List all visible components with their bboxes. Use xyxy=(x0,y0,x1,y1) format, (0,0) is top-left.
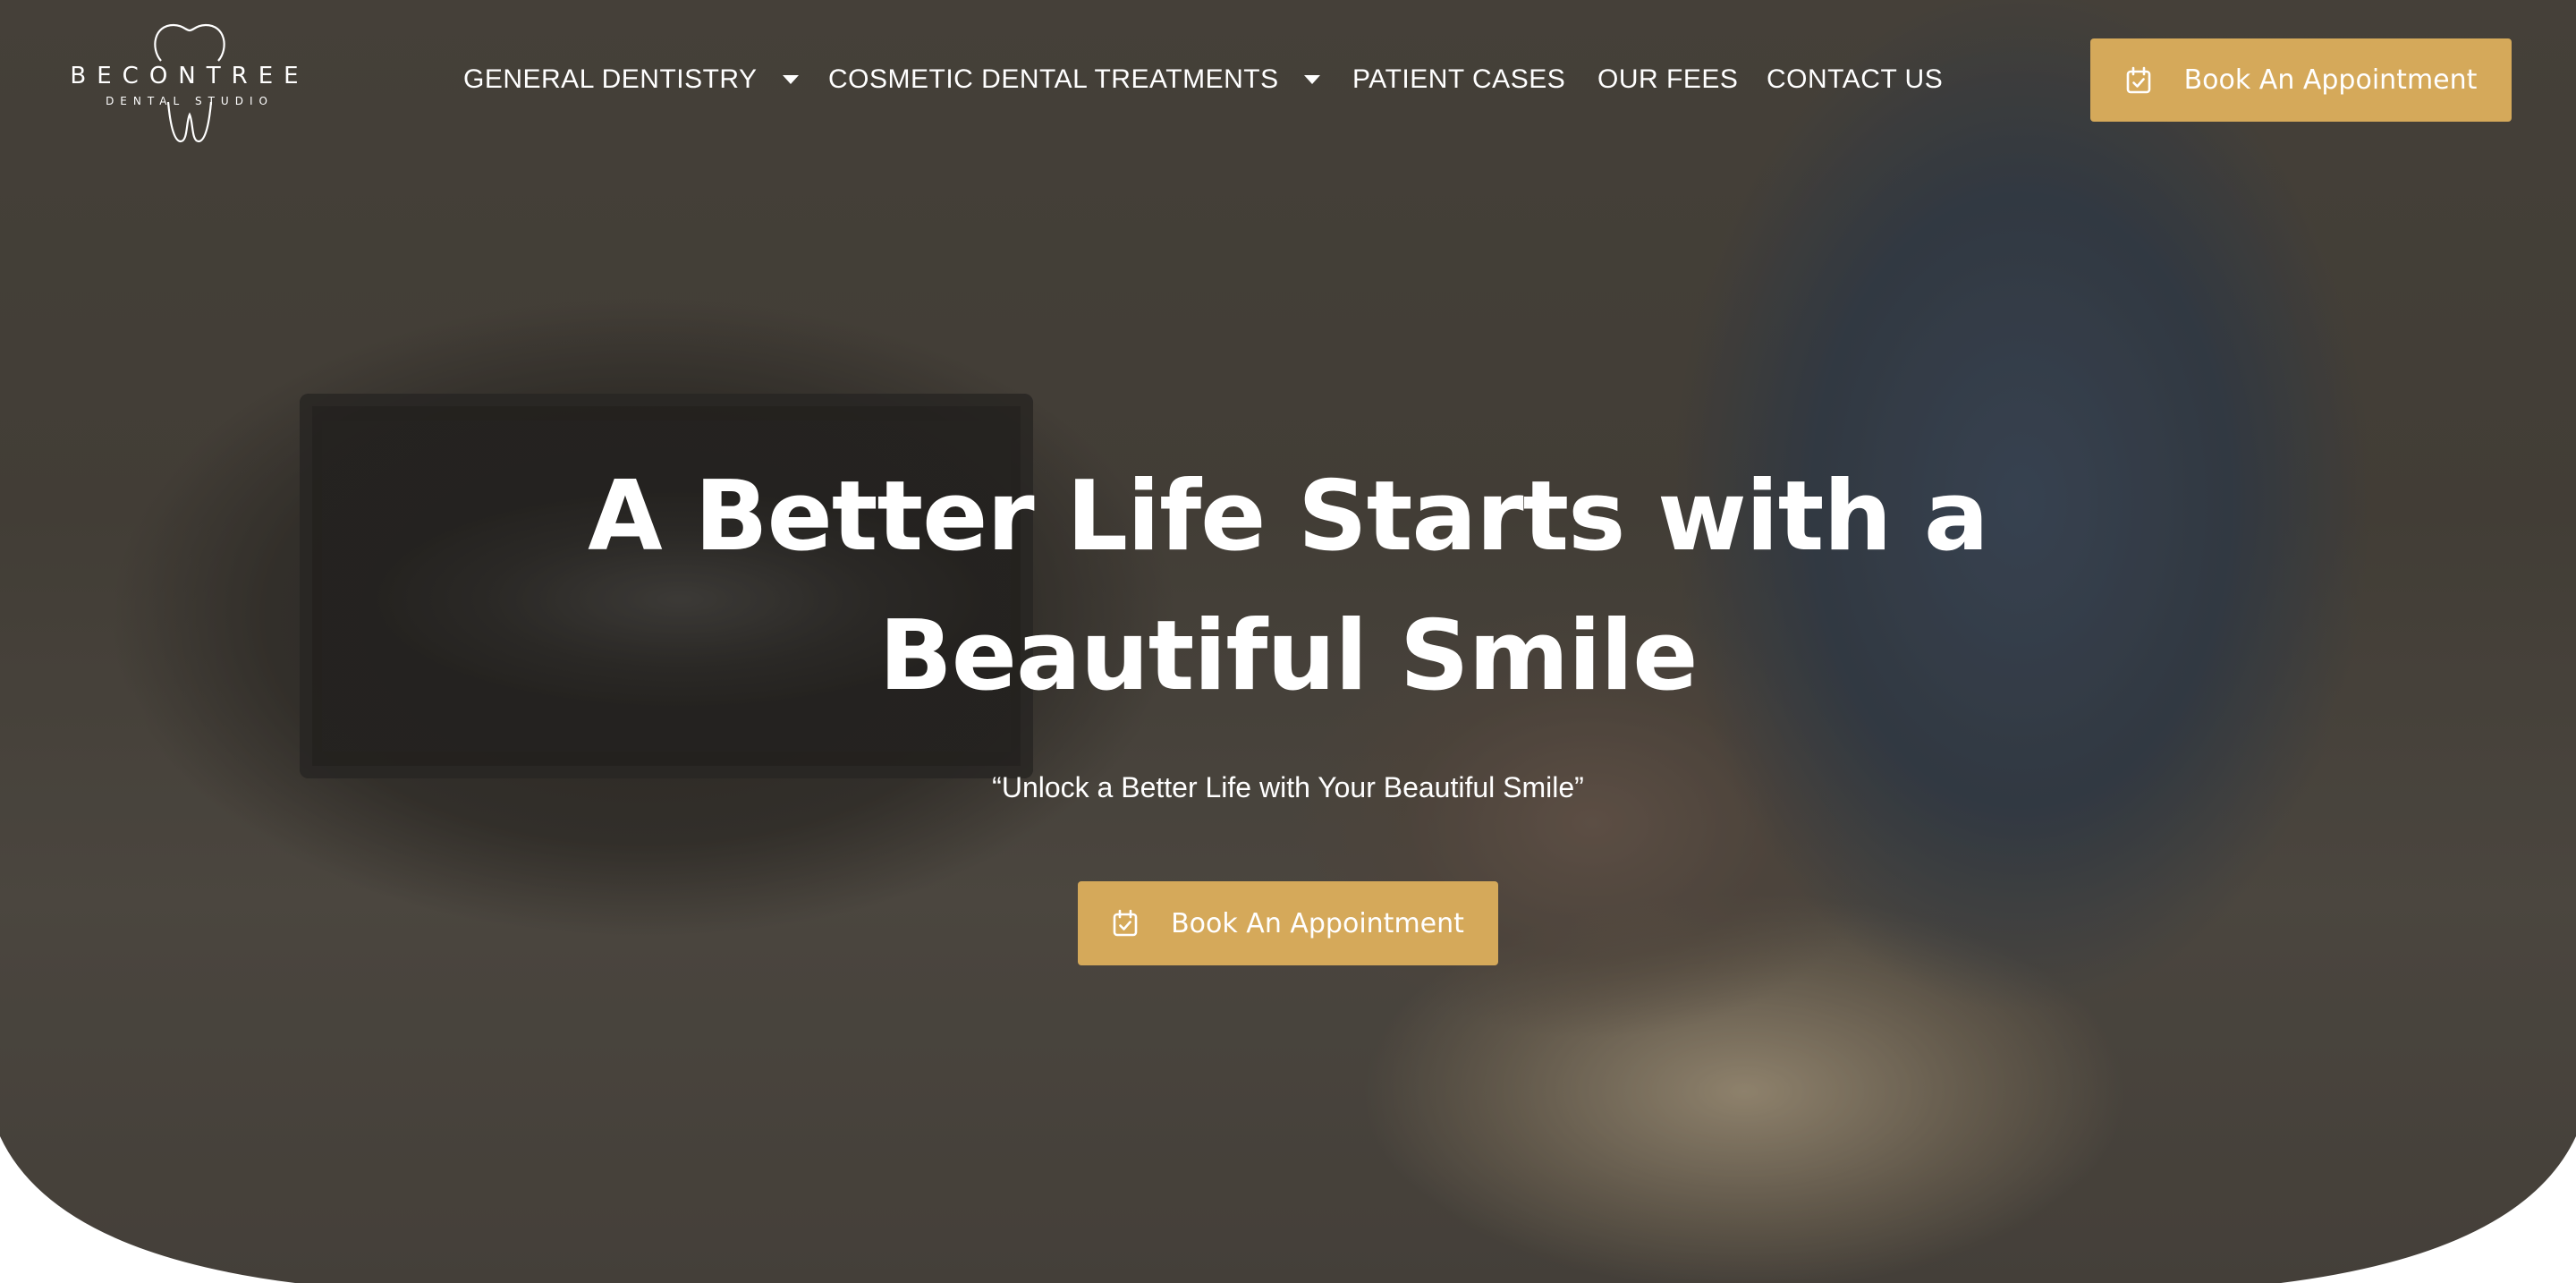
chevron-down-icon[interactable] xyxy=(782,75,799,84)
brand-subtitle: DENTAL STUDIO xyxy=(106,95,274,107)
nav-label: PATIENT CASES xyxy=(1352,64,1566,94)
headline-line-2: Beautiful Smile xyxy=(878,600,1698,712)
hero-section: BECONTREE DENTAL STUDIO GENERAL DENTISTR… xyxy=(0,0,2576,1283)
nav-our-fees[interactable]: OUR FEES xyxy=(1597,64,1738,95)
nav-patient-cases[interactable]: PATIENT CASES xyxy=(1352,64,1565,95)
nav-general-dentistry[interactable]: GENERAL DENTISTRY xyxy=(463,64,799,95)
button-label: Book An Appointment xyxy=(2183,64,2478,96)
nav-label: OUR FEES xyxy=(1597,64,1739,94)
hero-tagline: “Unlock a Better Life with Your Beautifu… xyxy=(992,771,1584,803)
headline-line-1: A Better Life Starts with a xyxy=(588,461,1989,573)
book-appointment-header-button[interactable]: Book An Appointment xyxy=(2090,38,2512,122)
calendar-check-icon xyxy=(1113,909,1138,937)
nav-label: GENERAL DENTISTRY xyxy=(463,64,758,94)
hero-headline: A Better Life Starts with a Beautiful Sm… xyxy=(483,447,2093,726)
button-label: Book An Appointment xyxy=(1171,907,1464,939)
nav-contact-us[interactable]: CONTACT US xyxy=(1767,64,1943,95)
nav-cosmetic-dental-treatments[interactable]: COSMETIC DENTAL TREATMENTS xyxy=(828,64,1320,95)
book-appointment-hero-button[interactable]: Book An Appointment xyxy=(1078,881,1498,965)
calendar-check-icon xyxy=(2126,66,2150,93)
chevron-down-icon[interactable] xyxy=(1303,75,1320,84)
nav-label: COSMETIC DENTAL TREATMENTS xyxy=(828,64,1279,94)
nav-label: CONTACT US xyxy=(1767,64,1944,94)
